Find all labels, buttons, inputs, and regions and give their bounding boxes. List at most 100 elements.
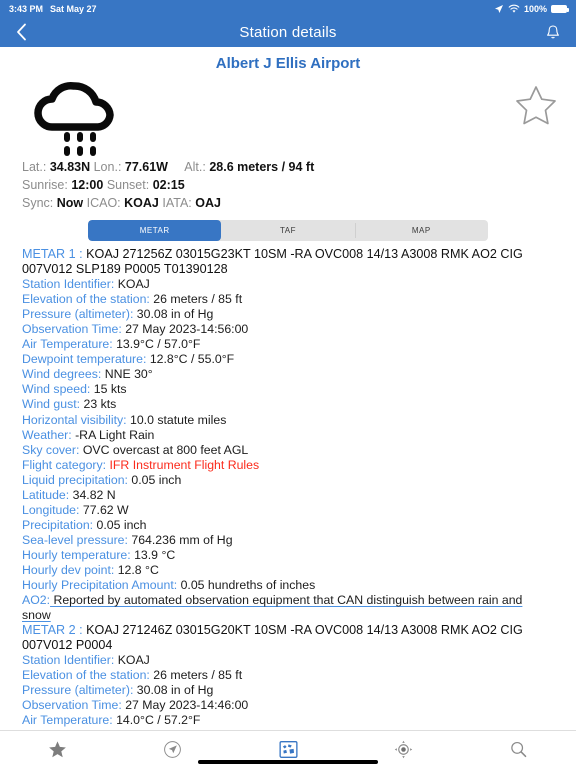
report-field: Wind degrees: NNE 30° — [22, 367, 554, 382]
sunset-label: Sunset: — [106, 178, 150, 192]
battery-full-icon — [551, 4, 569, 13]
report-field: Flight category: IFR Instrument Flight R… — [22, 458, 554, 473]
chevron-left-icon — [16, 23, 26, 41]
station-summary: Lat.: 34.83N Lon.: 77.61W Alt.: 28.6 met… — [0, 76, 576, 214]
report-field: Station Identifier: KOAJ — [22, 653, 554, 668]
segment-map[interactable]: MAP — [354, 220, 488, 241]
report-field-key: Wind degrees: — [22, 367, 102, 382]
report-field: Sky cover: OVC overcast at 800 feet AGL — [22, 443, 554, 458]
bottom-tab-bar — [0, 730, 576, 768]
report-field: Sea-level pressure: 764.236 mm of Hg — [22, 533, 554, 548]
status-bar-right: 100% — [494, 3, 569, 14]
search-icon — [511, 741, 527, 758]
report-field: Elevation of the station: 26 meters / 85… — [22, 668, 554, 683]
sync-label: Sync: — [22, 196, 54, 210]
report-field-key: Elevation of the station: — [22, 292, 150, 307]
report-content: METAR 1 : KOAJ 271256Z 03015G23KT 10SM -… — [0, 246, 576, 768]
report-field-value: 13.9°C / 57.0°F — [112, 337, 201, 352]
report-field-value: 13.9 °C — [130, 547, 176, 562]
report-field: Wind speed: 15 kts — [22, 382, 554, 397]
report-field-key: Precipitation: — [22, 517, 94, 532]
report-field-value: 77.62 W — [79, 502, 129, 517]
report-field: Dewpoint temperature: 12.8°C / 55.0°F — [22, 352, 554, 367]
report-field-key: Air Temperature: — [22, 337, 113, 352]
status-bar: 3:43 PM Sat May 27 100% — [0, 0, 576, 17]
report-field-value: 26 meters / 85 ft — [149, 668, 243, 683]
status-bar-left: 3:43 PM Sat May 27 — [9, 4, 97, 14]
tab-favorites[interactable] — [0, 731, 115, 768]
report-field: Longitude: 77.62 W — [22, 503, 554, 518]
location-arrow-icon — [494, 4, 503, 13]
report-field-key: Wind gust: — [22, 397, 81, 412]
report-field-value: 15 kts — [90, 382, 127, 397]
page-title: Station details — [239, 23, 337, 41]
station-details-screen: 3:43 PM Sat May 27 100% Station details — [0, 0, 576, 768]
report-field: Horizontal visibility: 10.0 statute mile… — [22, 413, 554, 428]
notifications-button[interactable] — [540, 19, 566, 45]
report-field: Air Temperature: 13.9°C / 57.0°F — [22, 337, 554, 352]
report-field: AO2: Reported by automated observation e… — [22, 593, 554, 623]
report-field-value: 27 May 2023-14:56:00 — [121, 322, 249, 337]
report-field-key: Pressure (altimeter): — [22, 307, 134, 322]
wifi-icon — [508, 4, 520, 13]
report-field: Precipitation: 0.05 inch — [22, 518, 554, 533]
tab-search[interactable] — [461, 731, 576, 768]
segmented-control: METAR TAF MAP — [88, 220, 488, 241]
metar-raw-text-2: KOAJ 271246Z 03015G20KT 10SM -RA OVC008 … — [22, 623, 523, 653]
report-field: Pressure (altimeter): 30.08 in of Hg — [22, 683, 554, 698]
sunrise-value: 12:00 — [71, 178, 104, 192]
report-field: Elevation of the station: 26 meters / 85… — [22, 292, 554, 307]
report-field-key: Sky cover: — [22, 442, 80, 457]
report-field-key: Dewpoint temperature: — [22, 352, 147, 367]
report-field-value: 30.08 in of Hg — [133, 307, 214, 322]
report-field: Observation Time: 27 May 2023-14:46:00 — [22, 698, 554, 713]
report-field-value: 10.0 statute miles — [126, 412, 227, 427]
report-field-key: Hourly Precipitation Amount: — [22, 578, 178, 593]
sync-value: Now — [56, 196, 84, 210]
report-field-key: Sea-level pressure: — [22, 532, 128, 547]
lat-label: Lat.: — [22, 160, 47, 174]
fact-row-sun: Sunrise: 12:00 Sunset: 02:15 — [22, 176, 576, 194]
report-field-value: OVC overcast at 800 feet AGL — [79, 442, 249, 457]
back-button[interactable] — [8, 19, 34, 45]
lon-label: Lon.: — [93, 160, 122, 174]
report-field-key: Station Identifier: — [22, 653, 115, 668]
metar-raw-text-1: KOAJ 271256Z 03015G23KT 10SM -RA OVC008 … — [22, 247, 523, 277]
metar-title-2: METAR 2 : — [22, 623, 83, 638]
star-outline-icon — [516, 86, 556, 125]
report-field-key: Elevation of the station: — [22, 668, 150, 683]
report-field-value: 0.05 inch — [127, 472, 182, 487]
report-field-key: Horizontal visibility: — [22, 412, 127, 427]
iata-label: IATA: — [162, 196, 192, 210]
report-field-value: 12.8°C / 55.0°F — [146, 352, 235, 367]
report-field: Wind gust: 23 kts — [22, 397, 554, 412]
metar-title-1: METAR 1 : — [22, 247, 83, 261]
battery-percent: 100% — [523, 3, 547, 14]
favorite-button[interactable] — [514, 84, 558, 131]
report-field-value: 12.8 °C — [114, 562, 159, 577]
segment-taf[interactable]: TAF — [221, 220, 354, 241]
report-field: Station Identifier: KOAJ — [22, 277, 554, 292]
status-date: Sat May 27 — [50, 3, 97, 14]
report-field: Latitude: 34.82 N — [22, 488, 554, 503]
report-type-switcher: METAR TAF MAP — [0, 214, 576, 246]
alt-value: 28.6 meters / 94 ft — [209, 160, 315, 174]
lat-value: 34.83N — [49, 160, 91, 174]
report-field-value: -RA Light Rain — [71, 427, 155, 442]
segment-metar[interactable]: METAR — [88, 220, 222, 241]
home-indicator — [198, 760, 378, 764]
report-field: Hourly dev point: 12.8 °C — [22, 563, 554, 578]
report-field-key: AO2: — [22, 593, 51, 608]
report-field-value: KOAJ — [114, 277, 150, 292]
icao-label: ICAO: — [86, 196, 121, 210]
status-time: 3:43 PM — [9, 3, 44, 14]
bell-icon — [547, 25, 559, 39]
report-field-key: Air Temperature: — [22, 713, 113, 728]
alt-label: Alt.: — [184, 160, 206, 174]
report-field: Pressure (altimeter): 30.08 in of Hg — [22, 307, 554, 322]
report-field-key: Latitude: — [22, 487, 70, 502]
report-field-value: 34.82 N — [69, 487, 116, 502]
report-field-value: 26 meters / 85 ft — [149, 292, 243, 307]
report-field-key: Liquid precipitation: — [22, 472, 128, 487]
report-field: Weather: -RA Light Rain — [22, 428, 554, 443]
